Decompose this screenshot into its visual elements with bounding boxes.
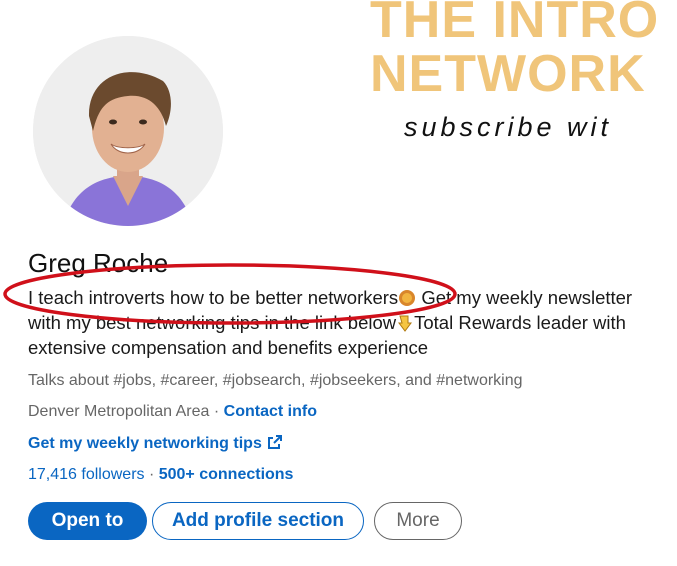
- website-row: Get my weekly networking tips: [28, 434, 283, 453]
- banner-title-line-1: THE INTRO: [370, 0, 660, 49]
- stats-separator: ·: [144, 466, 159, 483]
- thumbs-up-emoji-icon: [398, 288, 416, 306]
- connections-link[interactable]: 500+ connections: [159, 466, 294, 483]
- add-profile-section-button[interactable]: Add profile section: [152, 502, 364, 540]
- location-text: Denver Metropolitan Area: [28, 403, 210, 420]
- external-link-icon[interactable]: [267, 434, 283, 450]
- talks-about: Talks about #jobs, #career, #jobsearch, …: [28, 372, 523, 389]
- profile-headline: I teach introverts how to be better netw…: [28, 285, 668, 360]
- banner-subtitle: subscribe wit: [404, 112, 613, 142]
- point-down-emoji-icon: [396, 313, 414, 332]
- website-link[interactable]: Get my weekly networking tips: [28, 435, 262, 452]
- banner-title-line-2: NETWORK: [370, 45, 646, 103]
- profile-avatar[interactable]: [33, 36, 223, 226]
- location-row: Denver Metropolitan Area · Contact info: [28, 403, 317, 421]
- avatar-portrait: [33, 36, 223, 226]
- network-stats: 17,416 followers · 500+ connections: [28, 466, 293, 484]
- followers-link[interactable]: 17,416 followers: [28, 466, 145, 483]
- headline-text-1: I teach introverts how to be better netw…: [28, 287, 399, 308]
- contact-info-link[interactable]: Contact info: [224, 403, 317, 420]
- more-button[interactable]: More: [374, 502, 462, 540]
- profile-name: Greg Roche: [28, 248, 169, 278]
- open-to-button[interactable]: Open to: [28, 502, 147, 540]
- location-separator: ·: [209, 403, 224, 420]
